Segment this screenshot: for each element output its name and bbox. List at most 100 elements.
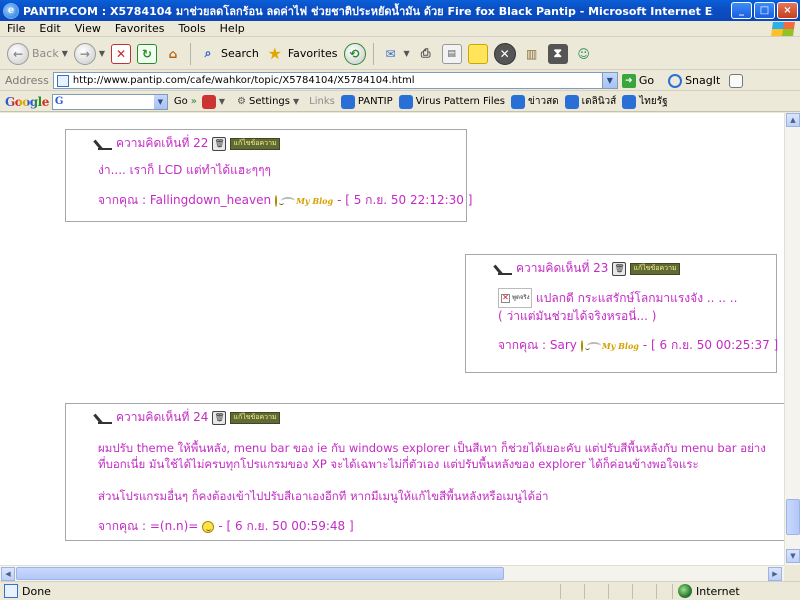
- snagit-button[interactable]: SnagIt: [668, 73, 744, 88]
- favorites-button[interactable]: ★ Favorites: [262, 41, 341, 67]
- link-khaosod-label: ข่าวสด: [528, 96, 559, 107]
- snagit-capture-icon[interactable]: [729, 73, 744, 88]
- link-pantip[interactable]: PANTIP: [340, 94, 393, 109]
- google-logo[interactable]: Google: [5, 95, 49, 109]
- edit-message-button[interactable]: แก้ไขข้อความ: [230, 411, 280, 424]
- vertical-scrollbar[interactable]: ▲ ▼: [784, 113, 800, 565]
- home-button[interactable]: ⌂: [160, 41, 186, 67]
- go-label: Go: [638, 74, 655, 87]
- scroll-left-arrow-icon[interactable]: ◀: [1, 567, 15, 581]
- go-button[interactable]: ➜ Go: [621, 73, 655, 88]
- notes-button[interactable]: [465, 41, 491, 67]
- menu-view[interactable]: View: [68, 22, 108, 35]
- refresh-icon: ↻: [137, 43, 158, 64]
- popup-blocker-icon[interactable]: [201, 94, 216, 109]
- status-separator: [560, 584, 561, 599]
- comment-timestamp: - [ 6 ก.ย. 50 00:59:48 ]: [218, 519, 354, 533]
- messenger-button[interactable]: ☺: [571, 41, 597, 67]
- snagit-label: SnagIt: [685, 74, 721, 87]
- trash-icon[interactable]: 🗑: [212, 136, 227, 151]
- author-name: จากคุณ : =(n.n)=: [98, 519, 199, 533]
- edit-message-button[interactable]: แก้ไขข้อความ: [230, 137, 280, 150]
- status-separator: [672, 584, 673, 599]
- page-content: ความคิดเห็นที่ 22 🗑 แก้ไขข้อความ ง่า....…: [0, 113, 784, 565]
- edit-button[interactable]: ▤: [439, 41, 465, 67]
- back-button[interactable]: ← Back ▼: [4, 41, 71, 67]
- menu-edit[interactable]: Edit: [32, 22, 67, 35]
- close-button[interactable]: ×: [777, 2, 798, 19]
- back-arrow-icon: ←: [7, 42, 29, 65]
- back-label: Back: [32, 47, 59, 60]
- trash-icon[interactable]: 🗑: [212, 410, 227, 425]
- history-button[interactable]: ⟲: [341, 41, 369, 67]
- link-virus-pattern-files[interactable]: Virus Pattern Files: [398, 94, 505, 109]
- smiley-icon: [202, 520, 215, 533]
- settings-gear-icon: ⚙: [237, 96, 246, 107]
- refresh-button[interactable]: ↻: [134, 41, 160, 67]
- menu-file[interactable]: File: [0, 22, 32, 35]
- google-search-input[interactable]: G ▼: [51, 93, 168, 110]
- comment-text-line: ส่วนโปรแกรมอื่นๆ ก็คงต้องเข้าไปปรับสีเอา…: [98, 489, 549, 503]
- trash-icon[interactable]: 🗑: [612, 261, 627, 276]
- link-thairath[interactable]: ไทยรัฐ: [622, 94, 668, 109]
- print-button[interactable]: ⎙: [413, 41, 439, 67]
- back-dropdown-icon[interactable]: ▼: [62, 49, 68, 58]
- horizontal-scroll-thumb[interactable]: [16, 567, 504, 580]
- scroll-right-arrow-icon[interactable]: ▶: [768, 567, 782, 581]
- comment-author-line: จากคุณ : =(n.n)= - [ 6 ก.ย. 50 00:59:48 …: [98, 517, 784, 536]
- scroll-up-arrow-icon[interactable]: ▲: [786, 113, 800, 127]
- search-button[interactable]: ⌕ Search: [195, 41, 262, 67]
- zone-label: Internet: [696, 584, 740, 598]
- forward-button[interactable]: → ▼: [71, 41, 108, 67]
- comment-text-line: ง่า.... เราก็ LCD แต่ทำได้แฮะๆๆๆ: [98, 163, 271, 177]
- edit-message-button[interactable]: แก้ไขข้อความ: [630, 262, 680, 275]
- go-arrow-icon: ➜: [621, 73, 636, 88]
- link-khaosod[interactable]: ข่าวสด: [511, 94, 559, 109]
- link-dailynews[interactable]: เดลินิวส์: [564, 94, 617, 109]
- comment-text-line: ( ว่าแต่มันช่วยได้จริงหรอนี่... ): [498, 309, 657, 323]
- google-go-arrow-icon: »: [190, 96, 197, 107]
- broken-image-x-icon: ✕: [501, 293, 510, 303]
- smiley-icon: [275, 194, 285, 207]
- google-search-dropdown-icon[interactable]: ▼: [153, 94, 167, 109]
- block-button[interactable]: ✕: [491, 41, 519, 67]
- toolbar-separator: [372, 42, 374, 65]
- globe-icon: [678, 584, 692, 598]
- menu-tools[interactable]: Tools: [172, 22, 213, 35]
- settings-dropdown-icon[interactable]: ▼: [293, 97, 299, 106]
- stop-button[interactable]: ✕: [108, 41, 134, 67]
- google-g-icon: G: [54, 96, 64, 107]
- address-url[interactable]: http://www.pantip.com/cafe/wahkor/topic/…: [73, 75, 415, 86]
- comment-23: ความคิดเห็นที่ 23 🗑 แก้ไขข้อความ ✕ พูดจร…: [465, 254, 778, 373]
- pen-icon: [98, 138, 112, 150]
- media-icon: ⧗: [547, 43, 568, 64]
- menu-help[interactable]: Help: [213, 22, 252, 35]
- search-label: Search: [221, 47, 259, 60]
- mail-button[interactable]: ✉ ▼: [378, 41, 413, 67]
- my-blog-link[interactable]: My Blog: [281, 196, 333, 206]
- media-button[interactable]: ⧗: [545, 41, 571, 67]
- vertical-scroll-thumb[interactable]: [786, 499, 800, 535]
- google-go-button[interactable]: Go » ▼: [173, 94, 225, 109]
- minimize-button[interactable]: _: [731, 2, 752, 19]
- research-icon: ▥: [526, 46, 538, 61]
- maximize-button[interactable]: □: [754, 2, 775, 19]
- link-dailynews-label: เดลินิวส์: [581, 96, 617, 107]
- scroll-down-arrow-icon[interactable]: ▼: [786, 549, 800, 563]
- comment-24: ความคิดเห็นที่ 24 🗑 แก้ไขข้อความ ผมปรับ …: [65, 403, 784, 541]
- comment-22: ความคิดเห็นที่ 22 🗑 แก้ไขข้อความ ง่า....…: [65, 129, 472, 222]
- forward-dropdown-icon[interactable]: ▼: [99, 49, 105, 58]
- ie-page-icon: [622, 94, 637, 109]
- google-go-label: Go: [173, 96, 188, 107]
- popup-blocker-dropdown-icon[interactable]: ▼: [219, 97, 225, 106]
- address-dropdown-icon[interactable]: ▼: [601, 73, 617, 88]
- menu-favorites[interactable]: Favorites: [108, 22, 172, 35]
- address-input[interactable]: http://www.pantip.com/cafe/wahkor/topic/…: [52, 72, 618, 89]
- comment-timestamp: - [ 5 ก.ย. 50 22:12:30 ]: [337, 193, 473, 207]
- mail-dropdown-icon[interactable]: ▼: [404, 49, 410, 58]
- comment-body: ง่า.... เราก็ LCD แต่ทำได้แฮะๆๆๆ: [98, 162, 466, 178]
- research-button[interactable]: ▥: [519, 41, 545, 67]
- my-blog-link[interactable]: My Blog: [586, 341, 639, 351]
- google-settings-button[interactable]: ⚙ Settings ▼: [237, 96, 299, 107]
- horizontal-scrollbar[interactable]: ◀ ▶: [0, 565, 784, 581]
